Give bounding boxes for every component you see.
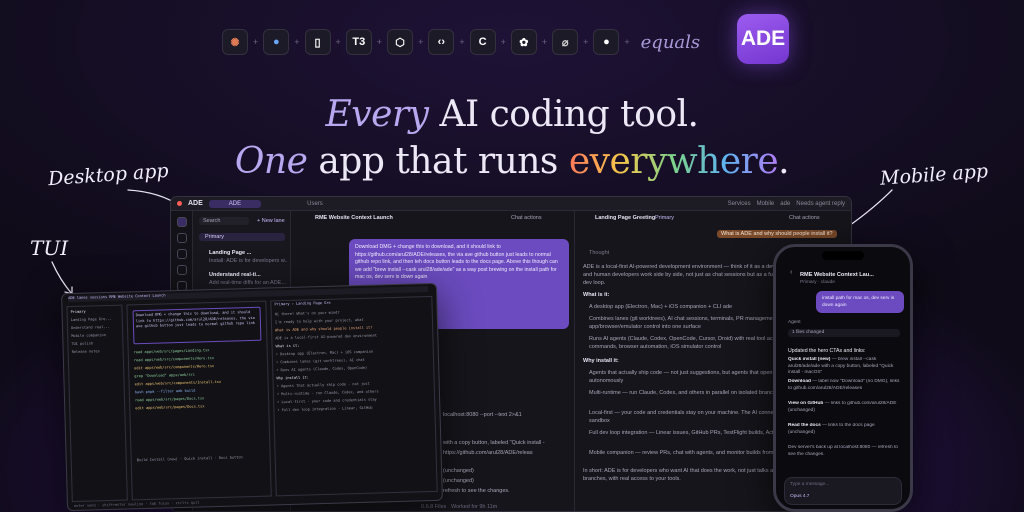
codex-icon: ‹› <box>428 29 455 55</box>
back-icon[interactable]: ‹ <box>790 269 792 277</box>
primary-badge: Primary <box>655 215 674 221</box>
mobile-subtitle: Primary · claude <box>800 280 835 285</box>
headline-everywhere: everywhere <box>568 141 779 182</box>
equals-text: equals <box>640 31 701 53</box>
status-mobile[interactable]: Mobile <box>757 201 775 207</box>
footer-worked: Worked for 9h 11m <box>451 504 498 510</box>
headline-every: Every <box>325 94 429 135</box>
tui-lane-5[interactable]: TUI polish <box>71 341 93 347</box>
headline-period: . <box>778 141 790 182</box>
ade-logo: ADE <box>737 14 789 64</box>
plus-separator: + <box>335 37 341 47</box>
mid-line-5: (unchanged) <box>443 478 474 484</box>
mobile-user-bubble: install path for mac os, dev serv is dow… <box>816 291 904 313</box>
headline-line-1: Every AI coding tool. <box>0 94 1024 135</box>
lane-primary[interactable]: Primary <box>199 233 285 241</box>
openai-icon: ✿ <box>510 29 537 55</box>
sidebar-search[interactable]: Search <box>199 217 249 225</box>
mobile-item-bold: Download <box>788 379 811 384</box>
github-icon: ● <box>593 29 620 55</box>
tui-user-prompt: Download DMG + change this to download, … <box>132 306 262 345</box>
mobile-agent-label: Agent <box>788 320 801 325</box>
mobile-list-item: Quick install (new) — brew install --cas… <box>788 357 902 377</box>
tui-lane-1[interactable]: Primary <box>71 310 86 316</box>
what-is-it: What is it: <box>583 292 610 298</box>
mobile-list-item: View on GitHub — links to github.com/aru… <box>788 401 902 421</box>
mid-line-2: with a copy button, labeled "Quick insta… <box>443 440 545 446</box>
plus-separator: + <box>294 37 300 47</box>
plus-separator: + <box>583 37 589 47</box>
plus-separator: + <box>253 37 259 47</box>
mobile-item-bold: View on GitHub <box>788 401 824 406</box>
tui-lane-4[interactable]: Mobile companion <box>71 333 106 339</box>
plus-separator: + <box>624 37 630 47</box>
chat-left-title: RME Website Context Launch <box>315 215 393 221</box>
headline-rest-1: AI coding tool. <box>428 94 699 135</box>
cursor-agent-icon: ● <box>263 29 290 55</box>
ade-logo-text: ADE <box>740 27 786 50</box>
mobile-input-placeholder[interactable]: Type a message... <box>790 481 829 489</box>
plus-separator: + <box>418 37 424 47</box>
plus-separator: + <box>376 37 383 47</box>
mobile-files-changed[interactable]: 1 files changed <box>788 329 900 337</box>
mobile-phone: ‹ RME Website Context Lau... Primary · c… <box>773 244 913 512</box>
thought-label: Thought <box>589 250 610 256</box>
mid-line-4: (unchanged) <box>443 468 474 474</box>
mobile-outro: Dev server's back up at localhost:8080 —… <box>788 445 898 457</box>
new-lane-button[interactable]: + New lane <box>257 217 285 225</box>
why-install: Why install it: <box>583 358 619 364</box>
lane-title-2[interactable]: Understand real-ti... <box>209 271 261 279</box>
tab-users[interactable]: Users <box>307 201 323 207</box>
mobile-model[interactable]: Opus 4.7 <box>790 493 809 501</box>
mid-line-3: https://github.com/arul28/ADE/releas <box>443 450 533 456</box>
paperclip-icon: ⌀ <box>552 29 579 55</box>
lane-sub-2: Add real-time diffs for an ADE... <box>209 280 286 286</box>
files-icon[interactable] <box>177 233 187 243</box>
status-services[interactable]: Services <box>728 201 751 207</box>
mid-line-1: localhost:8080 --port --text 2>&1 <box>443 412 522 418</box>
claude-icon: ✺ <box>222 29 248 55</box>
desktop-brand: ADE <box>188 200 203 207</box>
label-tui: TUI <box>30 236 69 260</box>
chat-left-options[interactable]: Chat actions <box>511 214 542 222</box>
plus-separator: + <box>541 37 548 47</box>
tui-lane-6[interactable]: Release notes <box>72 349 100 355</box>
chat-right-title: Landing Page Greeting <box>595 215 656 221</box>
desktop-titlebar: ADE ADE Users Services Mobile ade Needs … <box>171 197 851 211</box>
lane-sub-1: Install: ADE is for developers w... <box>209 258 287 264</box>
cube-icon: ⬡ <box>387 29 414 55</box>
footer-left: 0.6.8 Files <box>421 504 447 510</box>
lane-title-1[interactable]: Landing Page ... <box>209 249 251 257</box>
headline-mid: app that runs <box>307 141 569 182</box>
status-ade[interactable]: ade <box>780 201 790 207</box>
terminal-icon[interactable] <box>177 249 187 259</box>
plus-separator: + <box>459 37 465 47</box>
headline-one: One <box>234 141 308 182</box>
mobile-item-bold: Quick install (new) <box>788 357 831 362</box>
c-icon: C <box>469 29 496 55</box>
status-needs-reply[interactable]: Needs agent reply <box>796 201 845 207</box>
arrow-tui <box>51 261 73 295</box>
mobile-item-bold: Read the docs <box>788 423 821 428</box>
user-question: What is ADE and why should people instal… <box>717 230 837 238</box>
plus-separator: + <box>500 37 506 47</box>
opencode-icon: ▯ <box>304 29 331 55</box>
lanes-icon[interactable] <box>177 217 187 227</box>
mobile-heading: Updated the hero CTAs and links: <box>788 348 866 354</box>
mobile-list-item: Read the docs — links to the docs page (… <box>788 423 902 443</box>
tool-logo-row: ✺ + ● + ▯ + T3 + ⬡ + ‹› + C + ✿ + ⌀ + ● + equals <box>222 28 700 56</box>
mid-line-6: refresh to see the changes. <box>443 488 510 494</box>
tui-lane-2[interactable]: Landing Page Gre... <box>71 317 112 324</box>
git-icon[interactable] <box>177 265 187 275</box>
close-dot[interactable] <box>177 201 182 206</box>
chat-right-options[interactable]: Chat actions <box>789 214 820 222</box>
t3-icon: T3 <box>345 29 372 55</box>
tab-ade[interactable]: ADE <box>208 199 262 208</box>
tui-lane-3[interactable]: Understand real... <box>71 325 110 332</box>
tui-window: ADE lanes sessions RME Website Context L… <box>61 282 443 512</box>
mobile-title: RME Website Context Lau... <box>800 272 874 278</box>
dynamic-island <box>822 251 864 260</box>
mobile-list-item: Download — label now "Download" (no DMG)… <box>788 379 902 399</box>
